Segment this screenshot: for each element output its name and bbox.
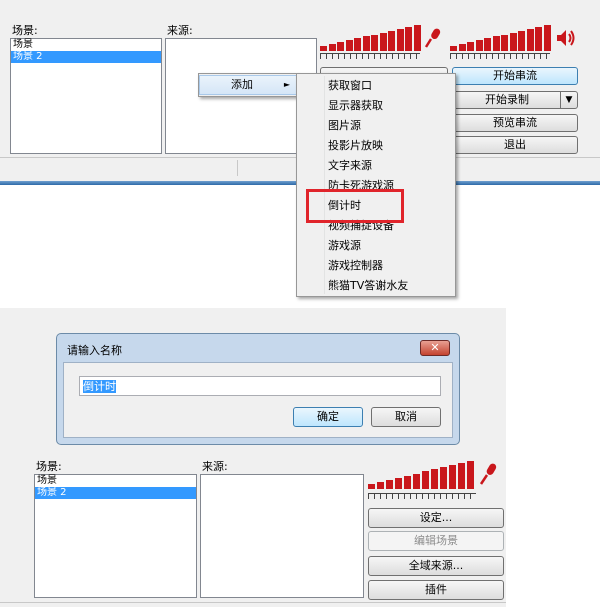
meter-bar (396, 29, 404, 51)
name-input[interactable]: 倒计时 (79, 376, 441, 396)
menu-item-text-source[interactable]: 文字来源 (297, 156, 455, 176)
meter-bar (526, 29, 534, 51)
meter-bar (371, 35, 378, 51)
meter-bar (337, 42, 344, 51)
bottom-sources-label: 来源: (202, 460, 228, 473)
meter-bar (345, 40, 353, 51)
top-scenes-list[interactable]: 场景 场景 2 (10, 38, 162, 154)
bottom-scenes-label: 场景: (36, 460, 62, 473)
meter-bar (395, 478, 402, 489)
meter-bar (492, 36, 500, 51)
meter-bar (484, 38, 491, 51)
list-item[interactable]: 场景 2 (11, 51, 161, 63)
start-record-button[interactable]: 开始录制 ▼ (452, 91, 578, 109)
meter-bar (404, 476, 411, 489)
meter-bar (475, 40, 483, 51)
meter-bar (379, 33, 387, 51)
meter-bar (328, 44, 336, 51)
menu-item-game-controller[interactable]: 游戏控制器 (297, 256, 455, 276)
meter-bar (509, 33, 517, 51)
speaker-icon[interactable] (555, 27, 577, 49)
meter-bar (458, 44, 466, 51)
meter-bar (450, 46, 457, 51)
menu-item-game-source[interactable]: 游戏源 (297, 236, 455, 256)
meter-bar (377, 482, 384, 489)
menu-item-add[interactable]: 添加 ► (199, 75, 297, 95)
meter-bar (431, 469, 438, 489)
top-scenes-label: 场景: (12, 24, 38, 37)
highlight-box (306, 189, 404, 223)
meter-bar (320, 46, 327, 51)
list-item[interactable]: 场景 (11, 39, 161, 51)
meter-bar (386, 480, 393, 489)
context-menu: 添加 ► (198, 73, 298, 97)
top-status-sep-1 (237, 160, 238, 176)
preview-stream-button[interactable]: 预览串流 (452, 114, 578, 132)
cancel-button[interactable]: 取消 (371, 407, 441, 427)
ok-button[interactable]: 确定 (293, 407, 363, 427)
menu-item-monitor-capture[interactable]: 显示器获取 (297, 96, 455, 116)
menu-item-window-capture[interactable]: 获取窗口 (297, 76, 455, 96)
name-input-selected-text: 倒计时 (83, 380, 116, 393)
submenu-arrow-icon: ► (283, 80, 290, 89)
meter-bar (449, 465, 456, 489)
microphone-icon[interactable] (478, 462, 500, 486)
menu-item-slideshow[interactable]: 投影片放映 (297, 136, 455, 156)
list-item[interactable]: 场景 (35, 475, 196, 487)
meter-bar (543, 25, 551, 51)
edit-scene-button[interactable]: 编辑场景 (368, 531, 504, 551)
bottom-mic-meter (368, 461, 476, 489)
microphone-icon[interactable] (424, 27, 442, 49)
list-item[interactable]: 场景 2 (35, 487, 196, 499)
meter-bar (354, 38, 361, 51)
top-mic-meter (320, 25, 421, 51)
name-dialog: 请输入名称 ✕ 倒计时 确定 取消 (56, 333, 460, 445)
meter-bar (413, 25, 421, 51)
plugins-button[interactable]: 插件 (368, 580, 504, 600)
top-mic-meter-ticks (320, 53, 420, 59)
start-record-label: 开始录制 (485, 93, 529, 106)
meter-bar (518, 31, 525, 51)
start-stream-button[interactable]: 开始串流 (452, 67, 578, 85)
dialog-title: 请输入名称 (67, 344, 122, 357)
exit-button[interactable]: 退出 (452, 136, 578, 154)
top-sources-label: 来源: (167, 24, 193, 37)
meter-bar (422, 471, 429, 489)
meter-bar (413, 474, 420, 489)
top-speaker-meter-ticks (450, 53, 550, 59)
bottom-mic-meter-ticks (368, 493, 476, 499)
menu-item-panda-tv-thanks[interactable]: 熊猫TV答谢水友 (297, 276, 455, 296)
menu-item-add-label: 添加 (231, 78, 253, 91)
bottom-sources-list[interactable] (200, 474, 364, 598)
menu-item-image-source[interactable]: 图片源 (297, 116, 455, 136)
meter-bar (501, 35, 508, 51)
meter-bar (535, 27, 542, 51)
dropdown-arrow-icon[interactable]: ▼ (560, 92, 577, 108)
meter-bar (362, 36, 370, 51)
bottom-scenes-list[interactable]: 场景 场景 2 (34, 474, 197, 598)
meter-bar (368, 484, 375, 489)
close-icon[interactable]: ✕ (420, 340, 450, 356)
add-submenu: 获取窗口 显示器获取 图片源 投影片放映 文字来源 防卡死游戏源 倒计时 视频捕… (296, 73, 456, 297)
meter-bar (458, 463, 465, 489)
top-speaker-meter (450, 25, 551, 51)
meter-bar (388, 31, 395, 51)
meter-bar (467, 461, 474, 489)
bottom-divider (0, 602, 506, 603)
meter-bar (405, 27, 412, 51)
meter-bar (467, 42, 474, 51)
global-sources-button[interactable]: 全域来源... (368, 556, 504, 576)
meter-bar (440, 467, 447, 489)
settings-button[interactable]: 设定... (368, 508, 504, 528)
